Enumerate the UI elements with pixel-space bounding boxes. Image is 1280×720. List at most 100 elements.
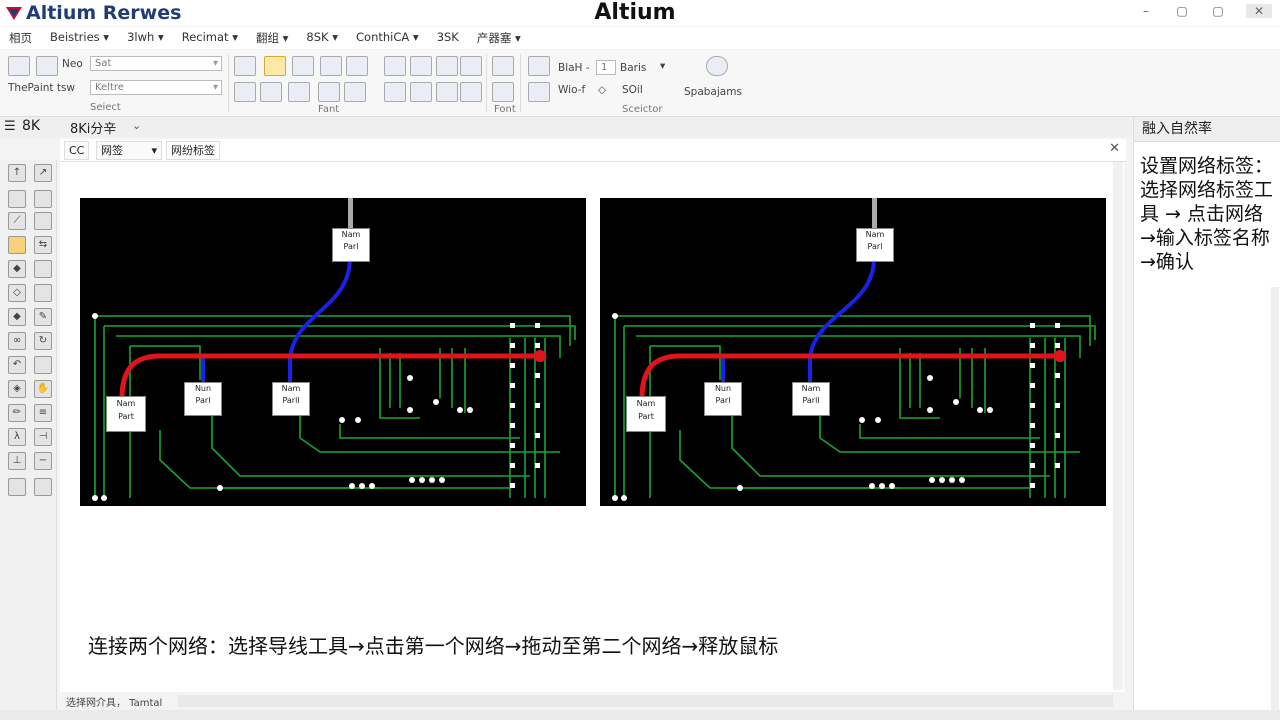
info-icon[interactable] [384, 56, 406, 76]
image-icon[interactable] [36, 56, 58, 76]
bracket-icon[interactable]: ⊣ [34, 428, 52, 446]
layers-icon[interactable] [8, 56, 30, 76]
rotate-icon[interactable] [346, 56, 368, 76]
right-panel: 融入自然率 设置网络标签：选择网络标签工具 → 点击网络→输入标签名称→确认 [1133, 117, 1280, 720]
grid-icon[interactable] [410, 56, 432, 76]
tab-cc[interactable]: CC [64, 141, 90, 160]
window-title: Altium [594, 0, 676, 25]
menu-format[interactable]: Recimat ▾ [173, 27, 247, 49]
close-icon[interactable]: ✕ [1109, 141, 1120, 156]
chevron-down-icon[interactable]: ⌄ [132, 119, 141, 132]
net-label-box[interactable]: Nam Parl [856, 228, 894, 262]
restore-button[interactable]: ▢ [1174, 4, 1190, 18]
chip-icon[interactable] [34, 190, 52, 208]
close-button[interactable]: ✕ [1246, 4, 1272, 18]
square-icon[interactable] [34, 284, 52, 302]
box-icon[interactable] [8, 190, 26, 208]
lines-icon[interactable]: ≡ [34, 404, 52, 422]
diamond-icon[interactable]: ◆ [8, 260, 26, 278]
screen-icon[interactable] [34, 212, 52, 230]
crop-icon[interactable] [34, 260, 52, 278]
wire-icon[interactable] [288, 82, 310, 102]
settings-icon[interactable] [528, 82, 550, 102]
maximize-button[interactable]: ▢ [1210, 4, 1226, 18]
menu-group[interactable]: 翻组 ▾ [247, 27, 297, 49]
net-label-box[interactable]: Nun Parl [704, 382, 742, 416]
zoom-icon[interactable]: ☰ [4, 119, 16, 134]
net-label-line1: Nun [194, 384, 212, 393]
pcb-view-right[interactable]: Nam Parl Nun Parl Nam Parll Nam Part [600, 198, 1106, 506]
chevron-down-icon[interactable]: ▾ [660, 60, 665, 72]
frame-icon[interactable] [34, 356, 52, 374]
menu-8sk[interactable]: 8SK ▾ [297, 27, 347, 49]
net-label-box[interactable]: Nam Parl [332, 228, 370, 262]
net-label-line2: Part [638, 412, 654, 421]
pcb-view-left[interactable]: Nam Parl Nun Parl Nam Parll Nam Part [80, 198, 586, 506]
chevron-up-down-icon[interactable]: ◇ [598, 84, 606, 96]
net-label-box[interactable]: Nam Part [626, 396, 666, 432]
shield-icon[interactable] [410, 82, 432, 102]
pencil-icon[interactable]: ✏ [8, 404, 26, 422]
menu-devices[interactable]: 产器塞 ▾ [468, 27, 530, 49]
component-icon[interactable] [260, 82, 282, 102]
link-icon[interactable]: ∞ [8, 332, 26, 350]
photo-icon[interactable] [8, 478, 26, 496]
disk-icon[interactable] [344, 82, 366, 102]
corner-icon[interactable] [320, 56, 342, 76]
lambda-icon[interactable]: λ [8, 428, 26, 446]
select-tool-icon[interactable] [264, 56, 286, 76]
net-label-box[interactable]: Nam Part [106, 396, 146, 432]
label-icon[interactable] [8, 236, 26, 254]
camera-icon[interactable] [234, 82, 256, 102]
net-label-box[interactable]: Nun Parl [184, 382, 222, 416]
menu-home[interactable]: 相页 [0, 27, 41, 49]
pin-icon[interactable] [292, 56, 314, 76]
arrow-icon[interactable]: ↑ [8, 164, 26, 182]
zoom-level[interactable]: 8K [22, 118, 40, 134]
copy-icon[interactable] [318, 82, 340, 102]
document-canvas: Nam Parl Nun Parl Nam Parll Nam Part Nam… [60, 162, 1124, 692]
net-label-box[interactable]: Nam Parll [792, 382, 830, 416]
refresh-icon[interactable]: ↻ [34, 332, 52, 350]
right-panel-instructions: 设置网络标签：选择网络标签工具 → 点击网络→输入标签名称→确认 [1140, 155, 1274, 273]
tag-icon[interactable]: ◈ [8, 380, 26, 398]
brush-icon[interactable]: ✎ [34, 308, 52, 326]
slope-icon[interactable]: ⟋ [8, 212, 26, 230]
diamond-icon[interactable] [234, 56, 256, 76]
left-toolbar: ↑ ↗ ⟋ ⇆ ◆ ◇ ◆ ✎ ∞ ↻ ↶ ◈ ✋ ✏ ≡ λ ⊣ ⊥ − [0, 160, 57, 720]
tab-net-label-active[interactable]: 网纷标签 [166, 141, 220, 160]
align-icon[interactable] [436, 56, 458, 76]
minus-icon[interactable]: − [34, 452, 52, 470]
cut-icon[interactable] [34, 478, 52, 496]
table-icon[interactable] [492, 56, 514, 76]
net-dropdown[interactable]: Sat ▾ [90, 56, 222, 71]
net-label-box[interactable]: Nam Parll [272, 382, 310, 416]
minimize-button[interactable]: – [1138, 4, 1154, 18]
menu-view[interactable]: 3lwh ▾ [118, 27, 173, 49]
horizontal-scrollbar[interactable] [178, 695, 1113, 707]
outline-diamond-icon[interactable]: ◇ [8, 284, 26, 302]
menu-libraries[interactable]: Beistries ▾ [41, 27, 118, 49]
vertical-scrollbar[interactable] [1113, 162, 1123, 690]
bulb-icon[interactable] [384, 82, 406, 102]
tab-net-dropdown[interactable]: 网签 ▾ [96, 141, 162, 160]
cross-icon[interactable] [436, 82, 458, 102]
dropdown-arrow-icon[interactable] [460, 56, 482, 76]
fill-diamond-icon[interactable]: ◆ [8, 308, 26, 326]
flag-icon[interactable] [460, 82, 482, 102]
move-icon[interactable]: ↗ [34, 164, 52, 182]
split-icon[interactable]: ⇆ [34, 236, 52, 254]
document-tabs: CC 网签 ▾ 网纷标签 ✕ [60, 139, 1126, 162]
hand-icon[interactable]: ✋ [34, 380, 52, 398]
menu-control[interactable]: ConthiCA ▾ [347, 27, 428, 49]
swap-icon[interactable] [492, 82, 514, 102]
paint-dropdown[interactable]: Keltre ▾ [90, 80, 222, 95]
ground-icon[interactable]: ⊥ [8, 452, 26, 470]
menu-3sk[interactable]: 3SK [428, 27, 468, 49]
page-icon[interactable] [528, 56, 550, 76]
resolution-dropdown[interactable]: 8Ki分辛 [70, 118, 116, 137]
spray-can-icon[interactable] [706, 56, 728, 76]
right-panel-scrollbar[interactable] [1271, 287, 1279, 717]
undo-icon[interactable]: ↶ [8, 356, 26, 374]
blah-input[interactable]: 1 [596, 60, 616, 75]
